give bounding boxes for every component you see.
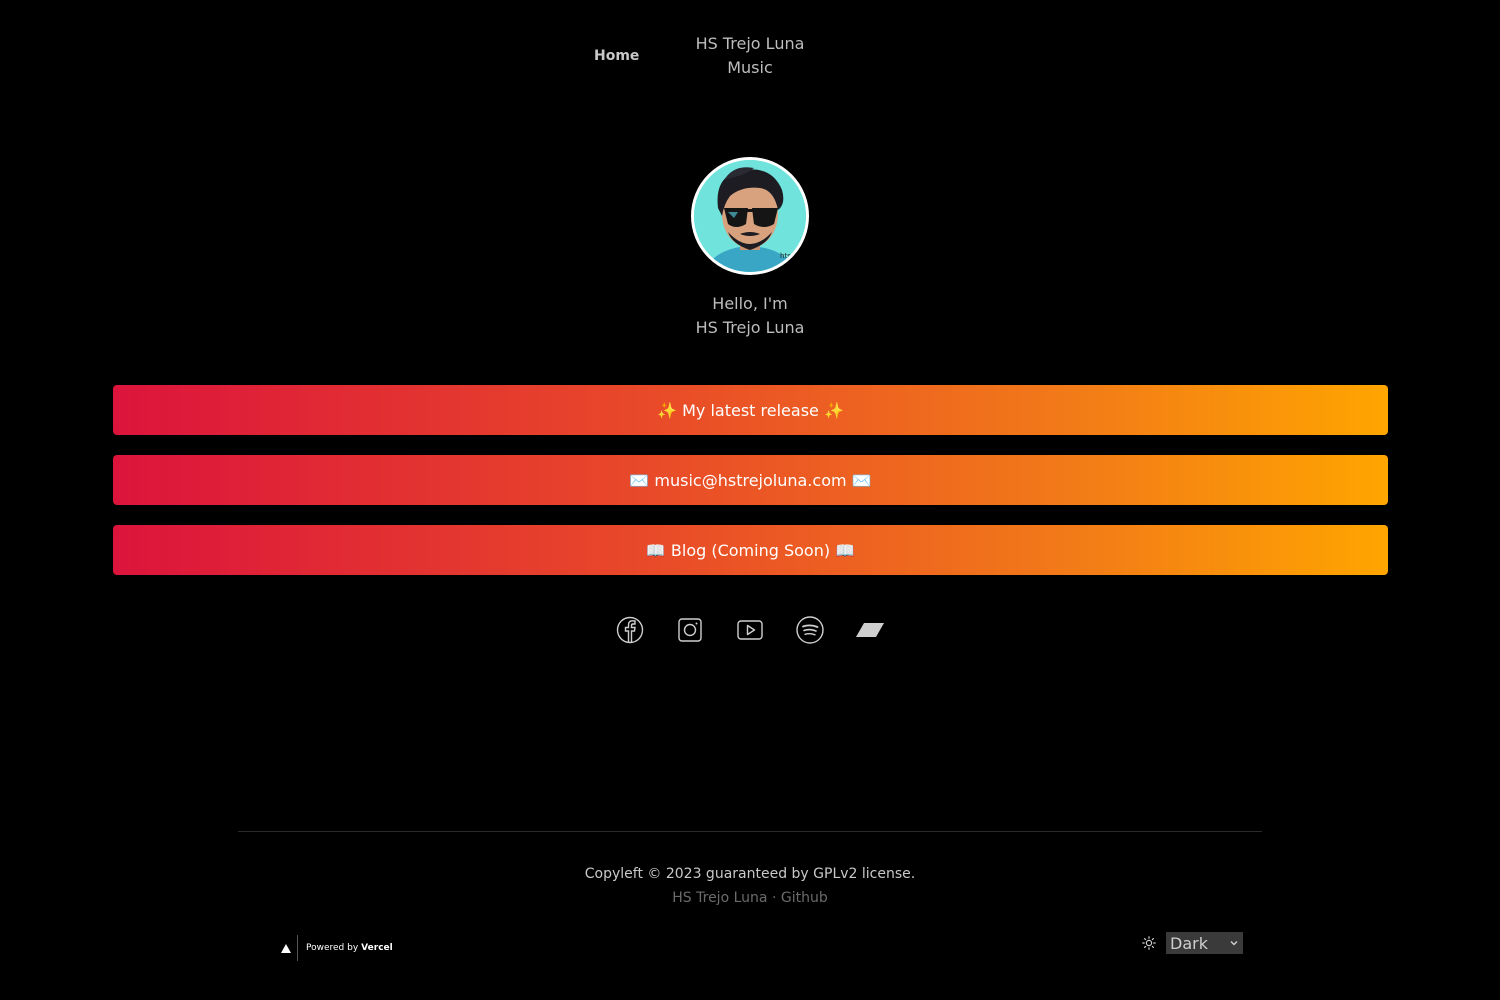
facebook-icon-svg (616, 616, 644, 644)
instagram-icon[interactable] (674, 614, 706, 646)
vercel-badge-divider (297, 935, 298, 961)
sun-icon (1142, 936, 1156, 950)
facebook-icon[interactable] (614, 614, 646, 646)
vercel-logo-icon (281, 943, 291, 953)
nav-home-link[interactable]: Home (594, 48, 639, 64)
vercel-prefix: Powered by (306, 943, 359, 953)
youtube-icon[interactable] (734, 614, 766, 646)
page: Home HS Trejo Luna Music hts Hello, I'm … (0, 0, 1500, 1000)
site-title-line2: Music (727, 58, 773, 77)
instagram-icon-svg (678, 618, 702, 642)
copyleft-text: Copyleft © 2023 guaranteed by GPLv2 lice… (584, 866, 916, 882)
greeting-line1: Hello, I'm (712, 294, 788, 313)
powered-by-vercel-badge[interactable]: Powered by Vercel (277, 935, 393, 961)
footer-divider (238, 831, 1262, 832)
greeting: Hello, I'm HS Trejo Luna (0, 292, 1500, 340)
theme-select-value: Dark (1170, 933, 1208, 953)
email-button[interactable]: ✉️ music@hstrejoluna.com ✉️ (113, 455, 1388, 505)
github-link[interactable]: Github (781, 890, 828, 906)
vercel-brand: Vercel (361, 943, 393, 953)
theme-select[interactable]: Dark (1166, 932, 1243, 954)
avatar-illustration: hts (694, 160, 806, 272)
chevron-down-icon (1230, 941, 1238, 946)
bandcamp-icon-svg (856, 623, 884, 637)
site-title[interactable]: HS Trejo Luna Music (650, 32, 850, 80)
greeting-name: HS Trejo Luna (695, 318, 805, 337)
svg-text:hts: hts (780, 252, 791, 260)
site-title-line1: HS Trejo Luna (695, 34, 805, 53)
footer-separator: · (771, 890, 777, 906)
spotify-icon-svg (796, 616, 824, 644)
latest-release-button[interactable]: ✨ My latest release ✨ (113, 385, 1388, 435)
footer-links: HS Trejo Luna · Github (0, 890, 1500, 906)
spotify-icon[interactable] (794, 614, 826, 646)
youtube-icon-svg (737, 620, 763, 640)
theme-switcher: Dark (1142, 932, 1243, 954)
blog-button[interactable]: 📖 Blog (Coming Soon) 📖 (113, 525, 1388, 575)
social-links (0, 614, 1500, 646)
bandcamp-icon[interactable] (854, 614, 886, 646)
author-link[interactable]: HS Trejo Luna (672, 890, 767, 906)
avatar: hts (691, 157, 809, 275)
